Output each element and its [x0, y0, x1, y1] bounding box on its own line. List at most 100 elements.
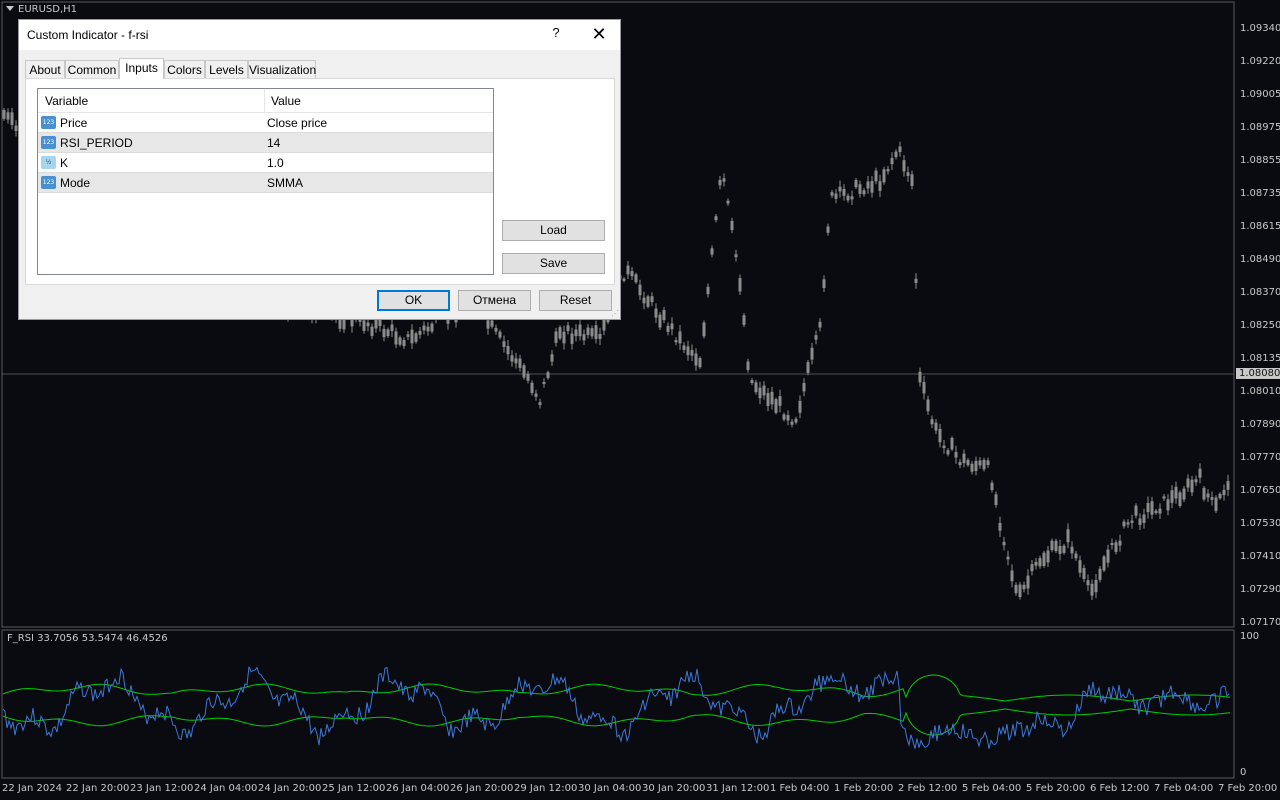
candle-body [910, 174, 914, 186]
variable-value[interactable]: Close price [267, 116, 327, 130]
input-row-price[interactable]: 123 Price Close price [38, 113, 493, 133]
candle-body [714, 216, 718, 221]
price-tick-label: 1.07650 [1240, 485, 1280, 496]
dialog-titlebar[interactable]: Custom Indicator - f-rsi ? ✕ [19, 20, 620, 50]
candle-body [1166, 499, 1170, 511]
candle-body [378, 319, 382, 327]
tab-about[interactable]: About [25, 60, 65, 78]
candle-body [774, 399, 778, 413]
candle-body [582, 334, 586, 341]
candle-body [570, 333, 574, 344]
price-tick-label: 1.08855 [1240, 155, 1280, 166]
candle-body [1082, 567, 1086, 579]
help-button[interactable]: ? [549, 25, 563, 43]
price-tick-label: 1.08010 [1240, 386, 1280, 397]
tab-colors[interactable]: Colors [164, 60, 205, 78]
time-tick-label: 2 Feb 12:00 [898, 783, 958, 794]
input-row-mode[interactable]: 123 Mode SMMA [38, 173, 493, 193]
candle-body [666, 325, 670, 332]
variable-value[interactable]: 14 [267, 136, 280, 150]
candle-body [390, 324, 394, 332]
candle-body [634, 274, 638, 283]
candle-body [866, 181, 870, 189]
candle-body [934, 422, 938, 431]
variable-name: RSI_PERIOD [60, 136, 133, 150]
reset-button[interactable]: Reset [539, 290, 612, 311]
column-header-value[interactable]: Value [271, 94, 301, 108]
save-button[interactable]: Save [502, 253, 605, 274]
candle-body [1062, 545, 1066, 553]
candle-body [922, 382, 926, 394]
candle-body [854, 180, 858, 188]
candle-body [502, 341, 506, 347]
candle-body [590, 328, 594, 337]
time-tick-label: 24 Jan 04:00 [194, 783, 258, 794]
candle-body [486, 320, 490, 329]
candle-body [362, 320, 366, 331]
candle-body [598, 334, 602, 339]
candle-body [718, 179, 722, 186]
candle-body [902, 160, 906, 172]
candle-body [974, 460, 978, 472]
tab-inputs[interactable]: Inputs [119, 58, 164, 79]
tab-levels[interactable]: Levels [205, 60, 248, 78]
candle-body [690, 350, 694, 356]
current-price-label: 1.08080 [1236, 368, 1280, 379]
resize-grip-icon[interactable]: ⋰ [611, 310, 619, 318]
inputs-table[interactable]: Variable Value 123 Price Close price 123… [37, 88, 494, 275]
candle-body [1130, 520, 1134, 523]
ok-button[interactable]: OK [377, 290, 450, 311]
candle-body [1046, 550, 1050, 563]
candle-body [394, 331, 398, 345]
price-tick-label: 1.07770 [1240, 452, 1280, 463]
candle-body [706, 286, 710, 295]
cancel-button[interactable]: Отмена [458, 290, 531, 311]
candle-body [2, 110, 6, 119]
candle-body [1174, 486, 1178, 499]
candle-body [1138, 518, 1142, 525]
price-tick-label: 1.07170 [1240, 617, 1280, 628]
column-separator[interactable] [264, 89, 265, 112]
variable-value[interactable]: 1.0 [267, 156, 284, 170]
time-tick-label: 7 Feb 20:00 [1218, 783, 1278, 794]
candle-body [858, 184, 862, 194]
tab-common[interactable]: Common [65, 60, 119, 78]
variable-value[interactable]: SMMA [267, 176, 303, 190]
candle-body [550, 354, 554, 362]
input-row-k[interactable]: ½ K 1.0 [38, 153, 493, 173]
candle-body [538, 402, 542, 405]
candle-body [522, 365, 526, 378]
candle-body [906, 172, 910, 176]
candle-body [602, 319, 606, 331]
candle-body [386, 329, 390, 337]
candle-body [1002, 541, 1006, 546]
candle-body [566, 325, 570, 332]
candle-body [702, 322, 706, 337]
time-tick-label: 26 Jan 20:00 [450, 783, 514, 794]
candle-body [1206, 493, 1210, 498]
candle-body [1098, 568, 1102, 580]
rsi-line [2, 666, 1230, 749]
candle-body [850, 196, 854, 200]
candle-body [818, 321, 822, 328]
double-param-icon: ½ [41, 156, 56, 169]
candle-body [1070, 546, 1074, 554]
candle-body [926, 399, 930, 412]
candle-body [750, 380, 754, 383]
candle-body [1090, 583, 1094, 596]
tab-visualization[interactable]: Visualization [248, 60, 316, 78]
candle-body [494, 327, 498, 332]
input-row-rsi-period[interactable]: 123 RSI_PERIOD 14 [38, 133, 493, 153]
load-button[interactable]: Load [502, 220, 605, 241]
symbol-dropdown-icon[interactable] [6, 6, 14, 11]
candle-body [1058, 546, 1062, 554]
candle-body [842, 188, 846, 196]
close-button[interactable]: ✕ [586, 23, 612, 45]
candle-body [1210, 497, 1214, 500]
candle-body [786, 415, 790, 421]
column-header-variable[interactable]: Variable [45, 94, 88, 108]
candle-body [954, 452, 958, 458]
variable-name: K [60, 156, 69, 170]
candle-body [794, 418, 798, 423]
candle-body [846, 195, 850, 201]
